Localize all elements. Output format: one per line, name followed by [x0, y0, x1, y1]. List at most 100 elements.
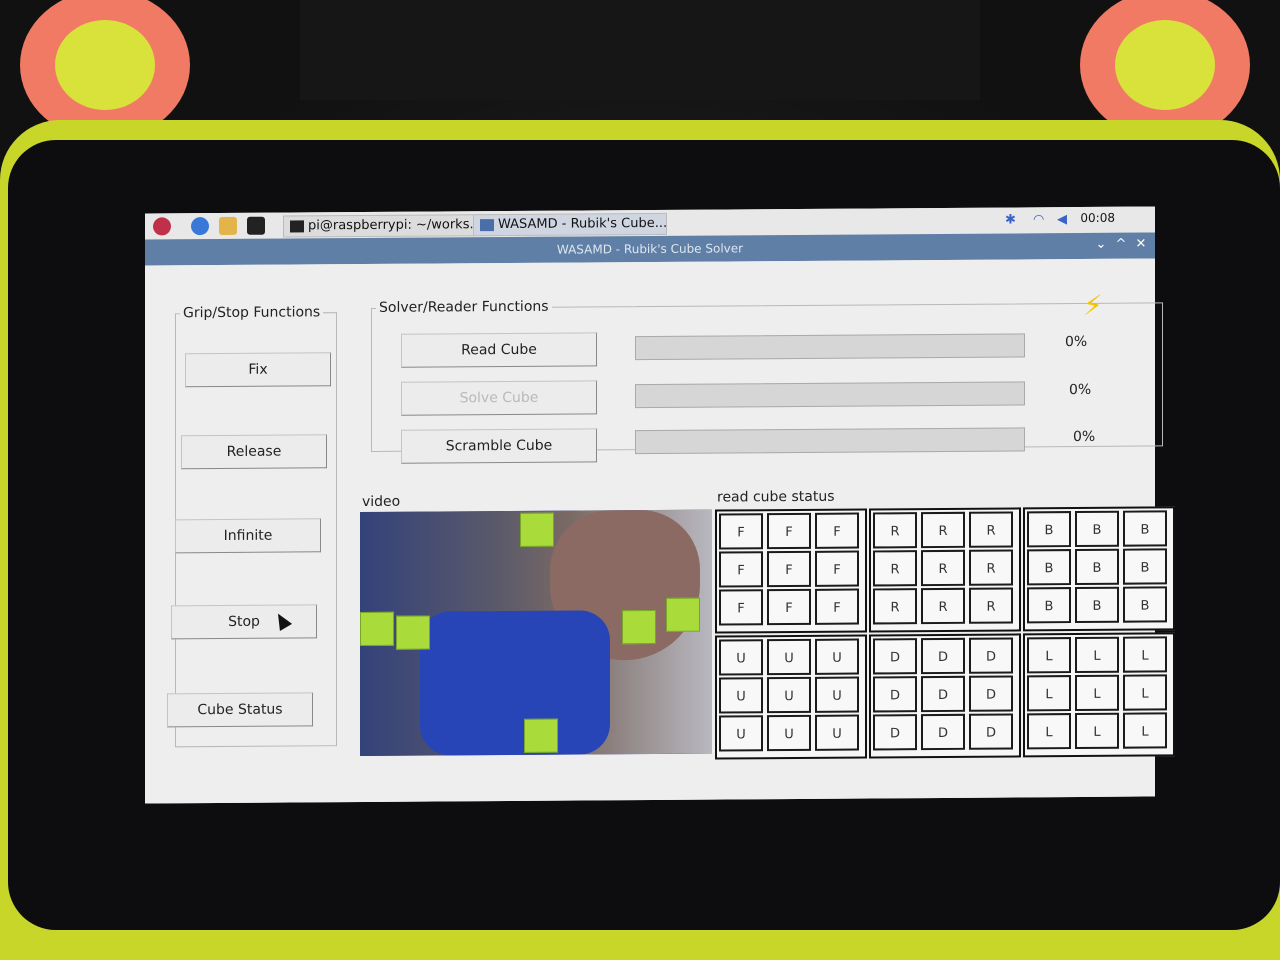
detected-tile: [524, 718, 558, 753]
task-label: WASAMD - Rubik's Cube...: [498, 215, 667, 233]
cube-cell: R: [873, 512, 917, 549]
browser-icon[interactable]: [191, 217, 209, 236]
cube-cell: U: [719, 677, 763, 714]
screen: pi@raspberrypi: ~/works... WASAMD - Rubi…: [145, 206, 1175, 804]
cube-cell: D: [873, 714, 917, 751]
cube-cell: R: [969, 587, 1013, 624]
cube-face: FFFFFFFFF: [715, 508, 867, 634]
cube-cell: L: [1123, 636, 1167, 673]
cube-cell: D: [873, 676, 917, 713]
cube-face: UUUUUUUUU: [715, 634, 867, 760]
cube-cell: D: [921, 675, 965, 713]
cube-cell: L: [1075, 674, 1119, 712]
cube-status-button[interactable]: Cube Status: [167, 692, 313, 728]
right-knob: [1080, 0, 1250, 140]
cube-cell: F: [767, 512, 811, 550]
cube-cell: U: [767, 638, 811, 676]
app-client-area: Grip/Stop Functions Fix Release Infinite…: [145, 258, 1175, 804]
scramble-cube-progress: [635, 427, 1025, 455]
detected-tile: [520, 512, 554, 547]
cube-face: LLLLLLLLL: [1023, 632, 1175, 758]
cube-cell: R: [921, 587, 965, 625]
cube-status-legend: read cube status: [717, 488, 835, 506]
cube-cell: D: [969, 675, 1013, 712]
cube-cell: U: [719, 639, 763, 676]
solve-cube-percent: 0%: [1069, 381, 1092, 399]
cube-cell: B: [1027, 511, 1071, 548]
cube-cell: L: [1027, 713, 1071, 750]
detected-tile: [360, 611, 394, 647]
minimize-icon[interactable]: ⌄: [1093, 237, 1109, 253]
left-knob: [20, 0, 190, 140]
cube-cell: F: [719, 551, 763, 588]
raspberry-menu-icon[interactable]: [153, 217, 171, 236]
cube-cell: L: [1075, 712, 1119, 750]
cube-face: RRRRRRRRR: [869, 507, 1021, 633]
cube-cell: B: [1027, 549, 1071, 586]
cube-cell: D: [873, 638, 917, 675]
solver-reader-legend: Solver/Reader Functions: [379, 298, 549, 316]
cube-cell: F: [815, 512, 859, 549]
fix-button[interactable]: Fix: [185, 352, 331, 388]
terminal-icon: [290, 219, 304, 233]
detected-tile: [396, 615, 430, 650]
cube-cell: B: [1123, 586, 1167, 623]
cube-cell: U: [815, 638, 859, 675]
cube-cell: U: [815, 676, 859, 713]
clock: 00:08: [1080, 210, 1115, 225]
cube-cell: R: [873, 588, 917, 625]
taskbar-task-terminal[interactable]: pi@raspberrypi: ~/works...: [283, 214, 477, 238]
infinite-button[interactable]: Infinite: [175, 518, 321, 554]
cube-cell: D: [921, 637, 965, 675]
cube-cell: L: [1027, 637, 1071, 674]
cube-cell: L: [1027, 675, 1071, 712]
wifi-icon[interactable]: ◠: [1033, 212, 1044, 227]
close-icon[interactable]: ✕: [1133, 237, 1149, 253]
solve-cube-progress: [635, 381, 1025, 409]
cube-cell: D: [969, 713, 1013, 750]
release-button[interactable]: Release: [181, 434, 327, 470]
solve-cube-button[interactable]: Solve Cube: [401, 380, 597, 416]
cube-cell: F: [815, 550, 859, 587]
cube-face: DDDDDDDDD: [869, 633, 1021, 759]
cube-cell: R: [969, 549, 1013, 586]
cube-cell: F: [719, 589, 763, 626]
cube-cell: U: [767, 714, 811, 752]
cube-cell: B: [1027, 587, 1071, 624]
maximize-icon[interactable]: ^: [1113, 237, 1129, 253]
detected-tile: [622, 609, 656, 645]
read-cube-button[interactable]: Read Cube: [401, 332, 597, 368]
window-icon: [480, 218, 494, 231]
volume-icon[interactable]: ◀: [1057, 212, 1067, 227]
cube-cell: R: [921, 549, 965, 587]
cube-cell: D: [921, 713, 965, 751]
cube-cell: B: [1075, 586, 1119, 624]
cube-cell: B: [1075, 548, 1119, 586]
cube-cell: L: [1123, 712, 1167, 749]
taskbar-task-solver[interactable]: WASAMD - Rubik's Cube...: [473, 212, 667, 237]
cube-cell: F: [767, 550, 811, 588]
file-manager-icon[interactable]: [219, 216, 237, 236]
task-label: pi@raspberrypi: ~/works...: [308, 217, 477, 234]
cube-status-grid: FFFFFFFFFRRRRRRRRRBBBBBBBBBUUUUUUUUUDDDD…: [715, 506, 1175, 760]
video-legend: video: [362, 493, 401, 511]
scramble-cube-button[interactable]: Scramble Cube: [401, 428, 597, 464]
cube-cell: D: [969, 637, 1013, 674]
stop-button[interactable]: Stop: [171, 604, 317, 640]
cube-cell: U: [815, 714, 859, 751]
cube-face: BBBBBBBBB: [1023, 506, 1175, 632]
camera-cube-held: [420, 610, 610, 756]
scramble-cube-percent: 0%: [1073, 428, 1096, 446]
video-feed: [360, 509, 712, 757]
bluetooth-icon[interactable]: ✱: [1005, 212, 1016, 227]
cube-cell: R: [873, 550, 917, 587]
cube-cell: B: [1123, 510, 1167, 547]
terminal-icon[interactable]: [247, 216, 265, 235]
lightning-icon: ⚡: [1083, 288, 1103, 322]
cube-cell: U: [767, 676, 811, 714]
cube-cell: L: [1075, 636, 1119, 674]
read-cube-progress: [635, 333, 1025, 361]
cube-cell: L: [1123, 674, 1167, 711]
cube-cell: F: [767, 588, 811, 626]
cube-cell: U: [719, 715, 763, 752]
